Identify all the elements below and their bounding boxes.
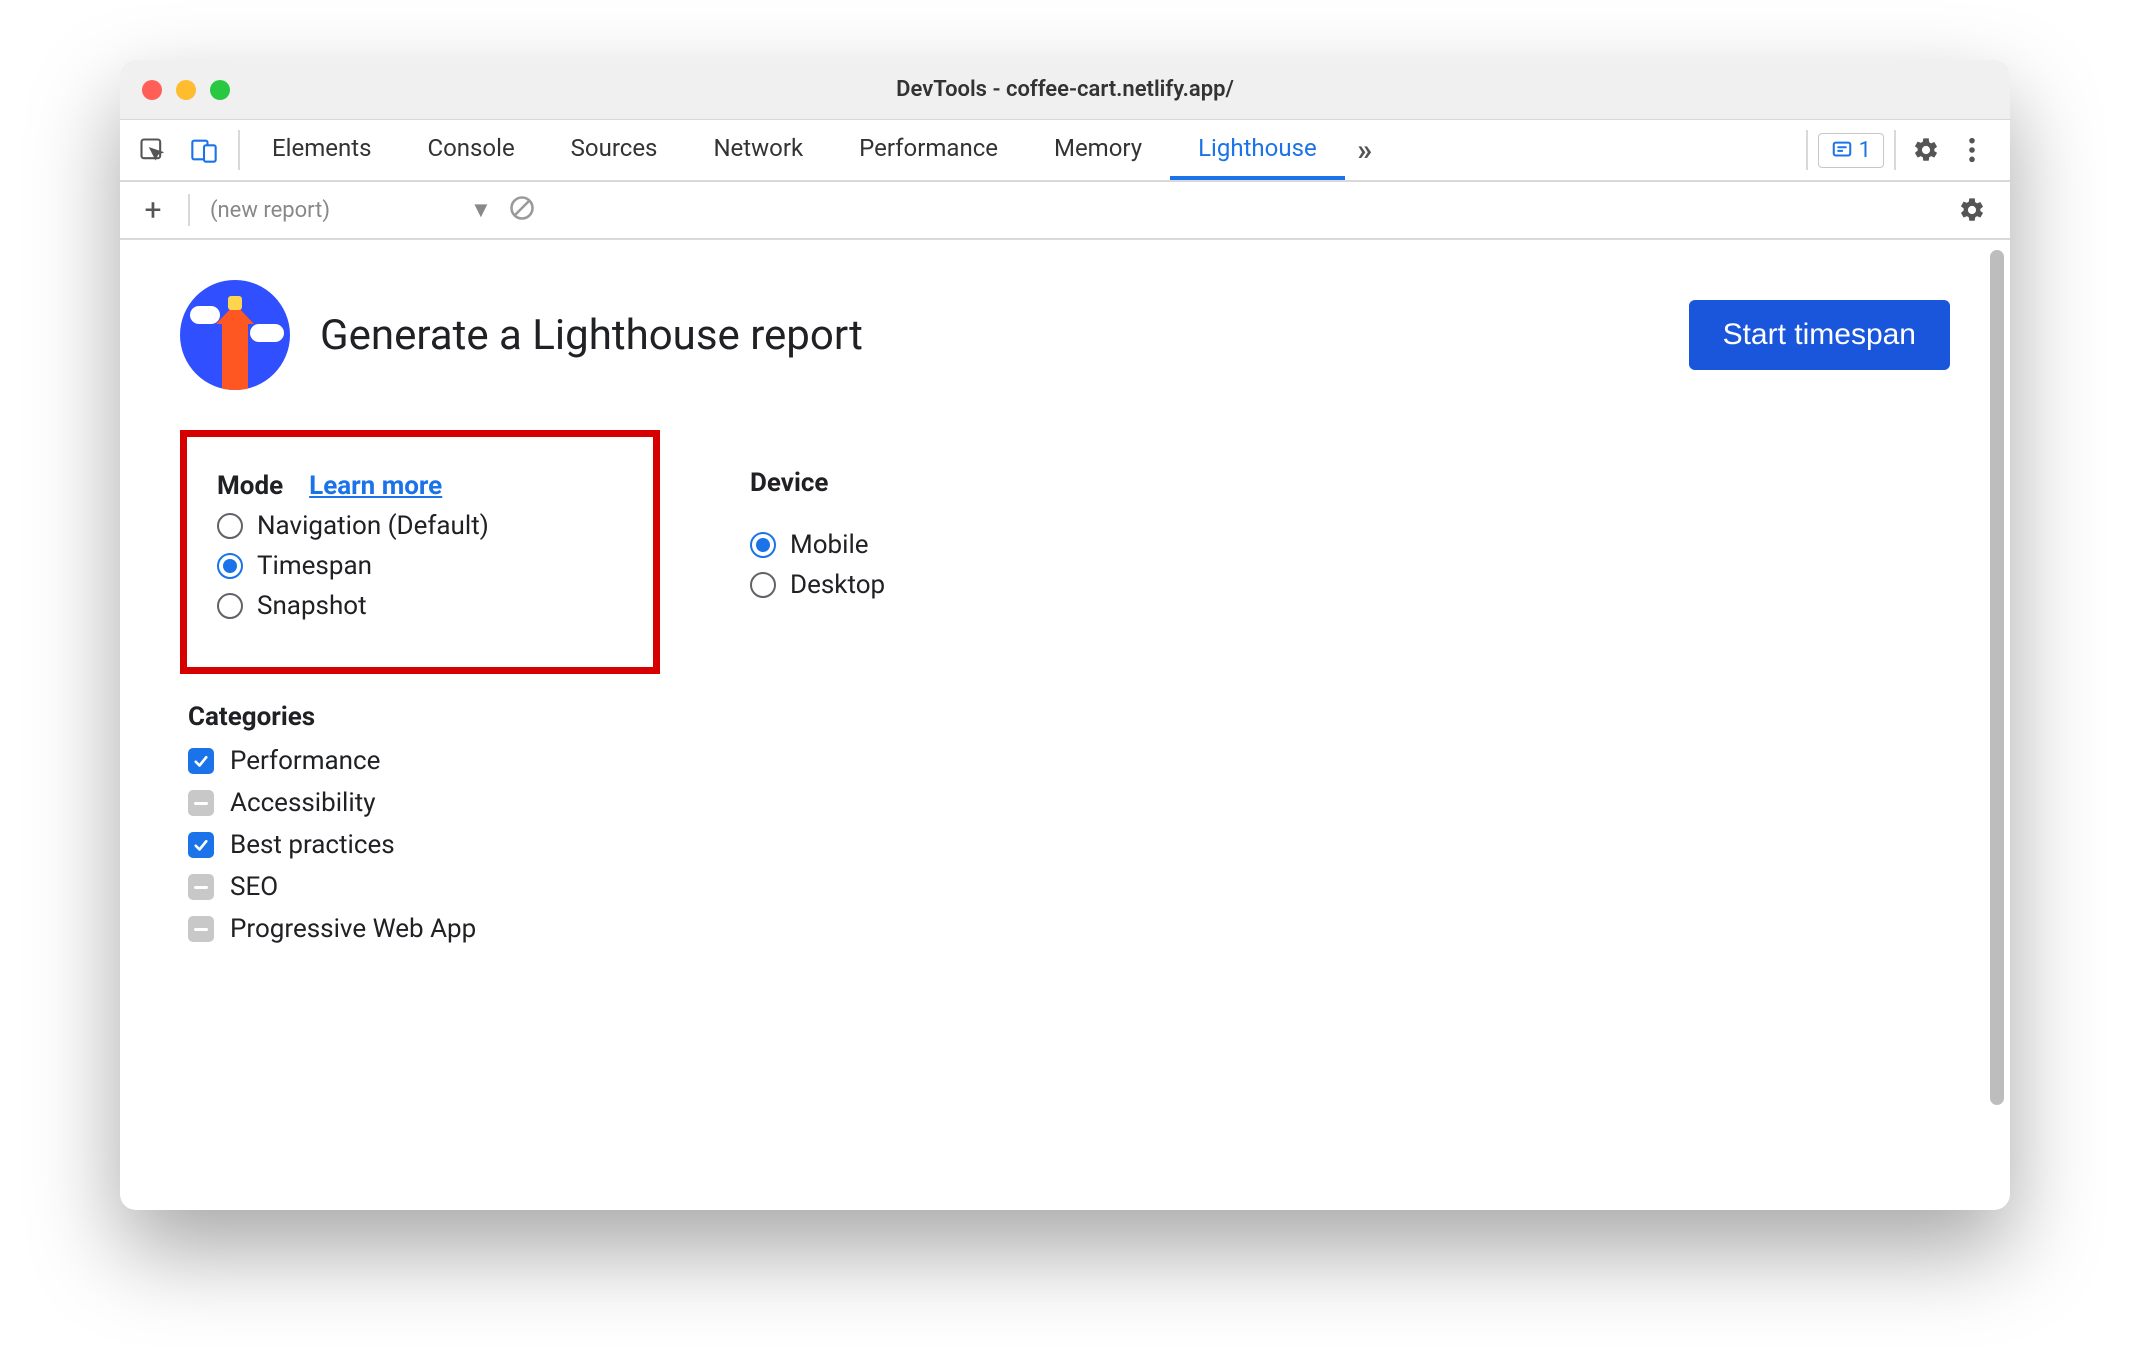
lighthouse-panel: Generate a Lighthouse report Start times… bbox=[120, 240, 2010, 1210]
category-item[interactable]: Accessibility bbox=[188, 788, 1950, 818]
clear-icon[interactable] bbox=[508, 194, 536, 226]
learn-more-link[interactable]: Learn more bbox=[309, 471, 442, 501]
lighthouse-subbar: + (new report) ▼ bbox=[120, 182, 2010, 240]
kebab-menu-icon[interactable] bbox=[1952, 130, 1992, 170]
radio-icon bbox=[750, 532, 776, 558]
checkbox-icon bbox=[188, 916, 214, 942]
scrollbar[interactable] bbox=[1990, 250, 2004, 1200]
radio-icon bbox=[217, 513, 243, 539]
device-option-label: Desktop bbox=[790, 570, 885, 600]
window-title: DevTools - coffee-cart.netlify.app/ bbox=[120, 77, 2010, 102]
start-timespan-button[interactable]: Start timespan bbox=[1689, 300, 1950, 370]
radio-icon bbox=[217, 553, 243, 579]
issues-badge[interactable]: 1 bbox=[1818, 133, 1884, 168]
tab-performance[interactable]: Performance bbox=[831, 120, 1026, 180]
chevron-down-icon: ▼ bbox=[470, 197, 492, 223]
new-report-button[interactable]: + bbox=[138, 193, 168, 228]
mode-option-label: Navigation (Default) bbox=[257, 511, 489, 541]
tab-network[interactable]: Network bbox=[685, 120, 831, 180]
category-item-label: SEO bbox=[230, 872, 278, 902]
settings-gear-icon[interactable] bbox=[1906, 130, 1946, 170]
mode-label: Mode bbox=[217, 471, 283, 501]
category-item-label: Best practices bbox=[230, 830, 395, 860]
category-item[interactable]: Best practices bbox=[188, 830, 1950, 860]
report-dropdown[interactable]: (new report) ▼ bbox=[210, 197, 492, 223]
devtools-tabbar: ElementsConsoleSourcesNetworkPerformance… bbox=[120, 120, 2010, 182]
lighthouse-logo-icon bbox=[180, 280, 290, 390]
category-item[interactable]: SEO bbox=[188, 872, 1950, 902]
device-option-label: Mobile bbox=[790, 530, 869, 560]
checkbox-icon bbox=[188, 874, 214, 900]
checkbox-icon bbox=[188, 832, 214, 858]
device-toggle-icon[interactable] bbox=[184, 130, 224, 170]
category-item-label: Performance bbox=[230, 746, 380, 776]
mode-option-label: Snapshot bbox=[257, 591, 367, 621]
mode-section: Mode Learn more Navigation (Default) Time… bbox=[180, 430, 660, 674]
tab-console[interactable]: Console bbox=[399, 120, 542, 180]
category-item-label: Accessibility bbox=[230, 788, 376, 818]
tab-lighthouse[interactable]: Lighthouse bbox=[1170, 120, 1345, 180]
tab-memory[interactable]: Memory bbox=[1026, 120, 1170, 180]
mode-option[interactable]: Snapshot bbox=[217, 591, 623, 621]
tab-elements[interactable]: Elements bbox=[244, 120, 399, 180]
inspect-element-icon[interactable] bbox=[132, 130, 172, 170]
device-section: Device Mobile Desktop bbox=[750, 450, 885, 674]
checkbox-icon bbox=[188, 748, 214, 774]
tab-sources[interactable]: Sources bbox=[543, 120, 686, 180]
report-dropdown-label: (new report) bbox=[210, 198, 330, 223]
panel-settings-gear-icon[interactable] bbox=[1952, 190, 1992, 230]
mode-option[interactable]: Timespan bbox=[217, 551, 623, 581]
category-item[interactable]: Performance bbox=[188, 746, 1950, 776]
devtools-window: DevTools - coffee-cart.netlify.app/ bbox=[120, 60, 2010, 1210]
mode-option-label: Timespan bbox=[257, 551, 372, 581]
category-item-label: Progressive Web App bbox=[230, 914, 476, 944]
checkbox-icon bbox=[188, 790, 214, 816]
device-option[interactable]: Mobile bbox=[750, 530, 885, 560]
titlebar: DevTools - coffee-cart.netlify.app/ bbox=[120, 60, 2010, 120]
more-tabs-button[interactable]: » bbox=[1345, 120, 1385, 180]
device-label: Device bbox=[750, 468, 828, 498]
issues-count: 1 bbox=[1859, 138, 1871, 163]
radio-icon bbox=[217, 593, 243, 619]
categories-section: Categories Performance Accessibility Best … bbox=[188, 702, 1950, 944]
categories-label: Categories bbox=[188, 702, 1950, 732]
radio-icon bbox=[750, 572, 776, 598]
device-option[interactable]: Desktop bbox=[750, 570, 885, 600]
page-title: Generate a Lighthouse report bbox=[320, 311, 863, 360]
mode-option[interactable]: Navigation (Default) bbox=[217, 511, 623, 541]
category-item[interactable]: Progressive Web App bbox=[188, 914, 1950, 944]
